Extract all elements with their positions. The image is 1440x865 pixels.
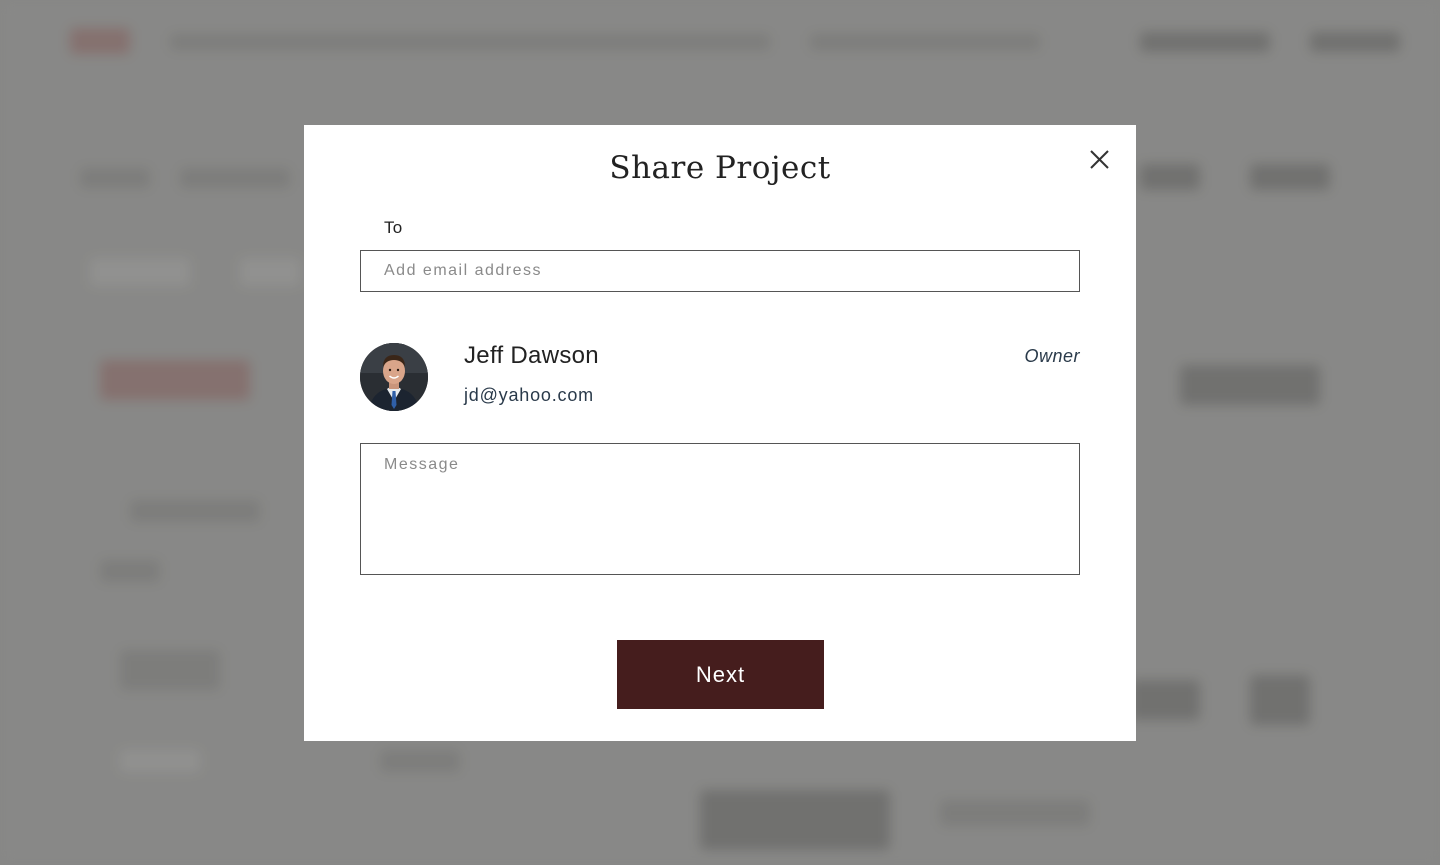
collaborator-email: jd@yahoo.com	[464, 385, 594, 405]
message-field[interactable]	[360, 443, 1080, 575]
to-label: To	[384, 218, 403, 237]
user-photo	[360, 343, 428, 411]
collaborator-role: Owner	[1024, 346, 1080, 366]
next-button[interactable]: Next	[617, 640, 824, 709]
email-input[interactable]	[360, 250, 1080, 292]
collaborator-name: Jeff Dawson	[464, 342, 599, 369]
avatar	[360, 343, 428, 411]
dialog-title: Share Project	[609, 150, 831, 186]
close-icon	[1090, 150, 1109, 169]
close-button[interactable]	[1086, 145, 1114, 173]
